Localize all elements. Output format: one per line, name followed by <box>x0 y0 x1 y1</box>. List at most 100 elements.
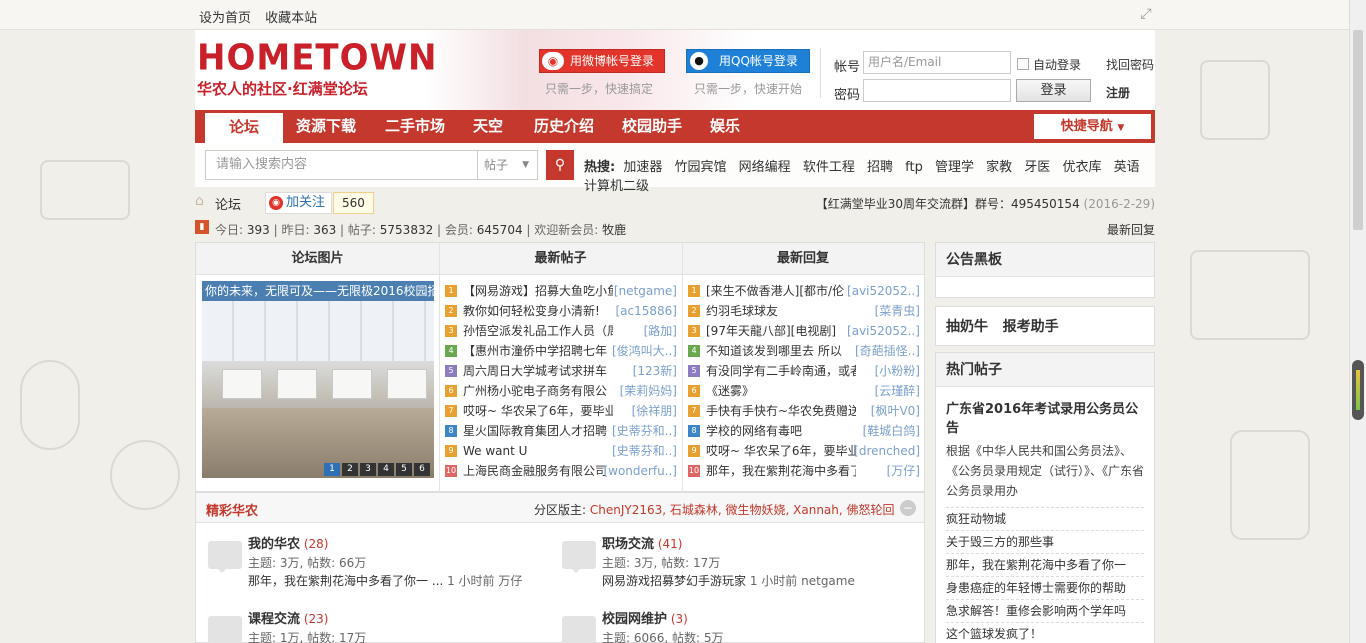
hot-word[interactable]: 竹园宾馆 <box>675 160 727 175</box>
post-row[interactable]: 4 【惠州市潼侨中学招聘七年 [俊鸿叫大..] <box>445 341 677 361</box>
search-input[interactable]: 请输入搜索内容 <box>205 150 478 180</box>
forgot-password-link[interactable]: 找回密码 <box>1106 56 1154 73</box>
post-title[interactable]: We want U <box>463 441 613 461</box>
hot-post-item[interactable]: 急求解答！重修会影响两个学年吗 <box>946 600 1144 623</box>
hot-word[interactable]: 管理学 <box>935 160 974 175</box>
hot-word[interactable]: ftp <box>905 160 923 175</box>
hot-word[interactable]: 网络编程 <box>739 160 791 175</box>
post-author[interactable]: [avi52052..] <box>847 321 920 341</box>
post-title[interactable]: 《迷雾》 <box>706 381 856 401</box>
post-title[interactable]: 约羽毛球球友 <box>706 301 856 321</box>
post-author[interactable]: [菜青虫] <box>875 301 920 321</box>
hot-headline[interactable]: 广东省2016年考试录用公务员公告 <box>946 398 1144 436</box>
login-button[interactable]: 登录 <box>1016 79 1091 102</box>
register-link[interactable]: 注册 <box>1106 84 1130 101</box>
post-title[interactable]: 教你如何轻松变身小清新! <box>463 301 613 321</box>
post-author[interactable]: [netgame] <box>614 281 677 301</box>
bookmark-link[interactable]: 收藏本站 <box>265 11 317 26</box>
post-author[interactable]: [ac15886] <box>616 301 678 321</box>
weibo-login-button[interactable]: ◉ 用微博帐号登录 <box>539 49 665 73</box>
hot-post-item[interactable]: 身患癌症的年轻博士需要你的帮助 <box>946 577 1144 600</box>
nav-item-campus[interactable]: 校园助手 <box>613 110 691 143</box>
nav-item-market[interactable]: 二手市场 <box>375 110 455 143</box>
fullscreen-icon[interactable]: ⤢ <box>1138 6 1154 22</box>
forum-last-post[interactable]: 那年，我在紫荆花海中多看了你一 ... <box>248 574 443 588</box>
post-author[interactable]: [徐祥朋] <box>632 401 677 421</box>
newest-member-link[interactable]: 牧鹿 <box>602 223 626 237</box>
post-row[interactable]: 7 哎呀~ 华农呆了6年，要毕业 [徐祥朋] <box>445 401 677 421</box>
nav-item-forum[interactable]: 论坛 <box>205 110 283 143</box>
photo-page-button[interactable]: 3 <box>360 463 376 476</box>
post-author[interactable]: [云瑾醉] <box>875 381 920 401</box>
scrollbar-thumb[interactable] <box>1353 30 1363 230</box>
post-row[interactable]: 10 那年，我在紫荆花海中多看了你 [万仔] <box>688 461 920 481</box>
forum-last-user[interactable]: 万仔 <box>498 574 522 588</box>
post-title[interactable]: [97年天龍八部][电视剧] <box>706 321 856 341</box>
post-row[interactable]: 9 哎呀~ 华农呆了6年，要毕业 [drenched] <box>688 441 920 461</box>
chart-icon[interactable]: ▮ <box>195 220 209 234</box>
forum-last-user[interactable]: netgame <box>801 574 855 588</box>
qq-login-button[interactable]: ● 用QQ帐号登录 <box>686 49 810 73</box>
post-author[interactable]: [史蒂芬和..] <box>612 441 677 461</box>
post-row[interactable]: 8 星火国际教育集团人才招聘 [史蒂芬和..] <box>445 421 677 441</box>
moderators-list[interactable]: ChenJY2163, 石城森林, 微生物妖娆, Xannah, 佛怒轮回 <box>590 503 895 517</box>
tools-links[interactable]: 抽奶牛 报考助手 <box>936 307 1154 345</box>
post-author[interactable]: [avi52052..] <box>847 281 920 301</box>
photo-page-button[interactable]: 6 <box>414 463 430 476</box>
post-author[interactable]: [万仔] <box>887 461 920 481</box>
post-row[interactable]: 4 不知道该发到哪里去 所以 [奇葩插怪..] <box>688 341 920 361</box>
hot-word[interactable]: 牙医 <box>1024 160 1050 175</box>
post-author[interactable]: [鞋城白鸽] <box>863 421 920 441</box>
hot-word[interactable]: 英语 <box>1114 160 1140 175</box>
post-title[interactable]: 周六周日大学城考试求拼车 <box>463 361 613 381</box>
post-author[interactable]: [枫叶V0] <box>871 401 920 421</box>
post-author[interactable]: [路加] <box>644 321 677 341</box>
forum-name[interactable]: 课程交流 <box>248 612 300 627</box>
post-title[interactable]: 学校的网络有毒吧 <box>706 421 856 441</box>
post-author[interactable]: [俊鸿叫大..] <box>612 341 677 361</box>
post-row[interactable]: 2 约羽毛球球友 [菜青虫] <box>688 301 920 321</box>
hot-post-item[interactable]: 那年，我在紫荆花海中多看了你一 <box>946 554 1144 577</box>
post-row[interactable]: 8 学校的网络有毒吧 [鞋城白鸽] <box>688 421 920 441</box>
photo-page-button[interactable]: 2 <box>342 463 358 476</box>
post-row[interactable]: 10 上海民商金融服务有限公司 [wonderfu..] <box>445 461 677 481</box>
post-author[interactable]: [123新] <box>633 361 677 381</box>
account-input[interactable]: 用户名/Email <box>863 51 1011 74</box>
hot-post-item[interactable]: 这个篮球发疯了！ <box>946 623 1144 643</box>
post-title[interactable]: 那年，我在紫荆花海中多看了你 <box>706 461 856 481</box>
post-title[interactable]: 哎呀~ 华农呆了6年，要毕业 <box>706 441 856 461</box>
post-row[interactable]: 9 We want U [史蒂芬和..] <box>445 441 677 461</box>
post-row[interactable]: 6 广州杨小驼电子商务有限公 [茉莉妈妈] <box>445 381 677 401</box>
post-author[interactable]: [茉莉妈妈] <box>620 381 677 401</box>
post-author[interactable]: [史蒂芬和..] <box>612 421 677 441</box>
post-row[interactable]: 1 【网易游戏】招募大鱼吃小鱼 [netgame] <box>445 281 677 301</box>
hot-word[interactable]: 招聘 <box>867 160 893 175</box>
side-widget[interactable] <box>1352 360 1364 420</box>
nav-item-fun[interactable]: 娱乐 <box>700 110 750 143</box>
post-title[interactable]: [来生不做香港人][都市/伦 <box>706 281 856 301</box>
post-row[interactable]: 3 孙悟空派发礼品工作人员（周日 [路加] <box>445 321 677 341</box>
nav-item-downloads[interactable]: 资源下载 <box>288 110 364 143</box>
hot-post-item[interactable]: 疯狂动物城 <box>946 508 1144 531</box>
post-row[interactable]: 5 有没同学有二手岭南通，或者 [小粉粉] <box>688 361 920 381</box>
forum-name[interactable]: 校园网维护 <box>602 612 667 627</box>
photo-page-button[interactable]: 1 <box>324 463 340 476</box>
post-row[interactable]: 2 教你如何轻松变身小清新! [ac15886] <box>445 301 677 321</box>
site-logo[interactable]: HOMETOWN 华农人的社区·红满堂论坛 <box>197 39 436 99</box>
group-notice[interactable]: 【红满堂毕业30周年交流群】群号：495450154 (2016-2-29) <box>816 195 1155 212</box>
post-author[interactable]: [wonderfu..] <box>603 461 677 481</box>
latest-reply-link[interactable]: 最新回复 <box>1107 221 1155 238</box>
post-title[interactable]: 有没同学有二手岭南通，或者 <box>706 361 856 381</box>
hot-word[interactable]: 加速器 <box>623 160 662 175</box>
nav-item-history[interactable]: 历史介绍 <box>525 110 603 143</box>
post-row[interactable]: 7 手快有手快冇~华农免费赠送联 [枫叶V0] <box>688 401 920 421</box>
breadcrumb-forum[interactable]: 论坛 <box>215 194 241 213</box>
photo-page-button[interactable]: 4 <box>378 463 394 476</box>
home-icon[interactable]: ⌂ <box>195 194 211 208</box>
follow-button[interactable]: ◉ 加关注 <box>265 192 333 214</box>
nav-item-sky[interactable]: 天空 <box>463 110 513 143</box>
post-title[interactable]: 哎呀~ 华农呆了6年，要毕业 <box>463 401 613 421</box>
hot-post-item[interactable]: 关于毁三方的那些事 <box>946 531 1144 554</box>
post-row[interactable]: 3 [97年天龍八部][电视剧] [avi52052..] <box>688 321 920 341</box>
post-title[interactable]: 【惠州市潼侨中学招聘七年 <box>463 341 613 361</box>
